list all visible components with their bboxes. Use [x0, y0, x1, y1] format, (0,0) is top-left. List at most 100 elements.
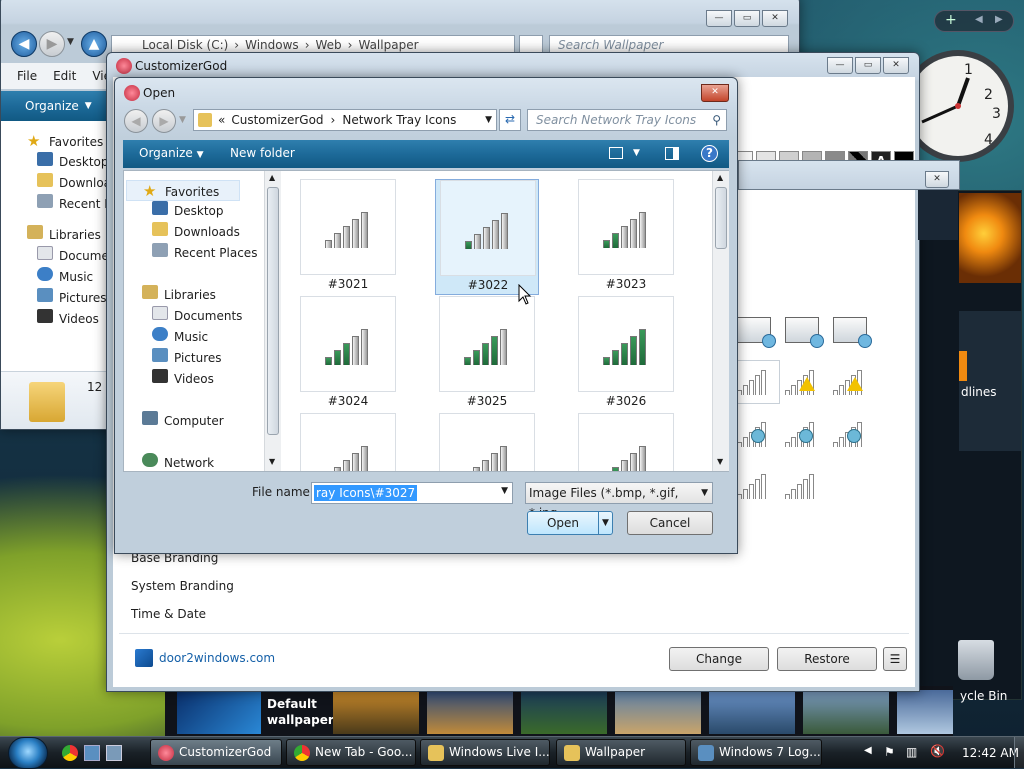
network-adapter-icon[interactable] [737, 317, 776, 348]
address-seg-4[interactable]: Wallpaper [358, 38, 418, 52]
wallpaper-thumb[interactable] [427, 690, 513, 734]
wallpaper-thumb[interactable] [709, 690, 795, 734]
section-system-branding[interactable]: System Branding [131, 579, 234, 593]
dialog-forward-button[interactable]: ▶ [152, 109, 176, 133]
tray-volume-muted-icon[interactable]: 🔇 [930, 744, 945, 758]
signal-info-icon[interactable] [785, 421, 819, 447]
tree-downloads[interactable]: Downloads [152, 222, 240, 243]
prev-gadget-icon[interactable]: ◀ [975, 14, 983, 25]
quicklaunch-switch-icon[interactable] [106, 745, 122, 761]
files-scroll-down-icon[interactable]: ▼ [717, 457, 723, 466]
dialog-search-input[interactable]: Search Network Tray Icons ⚲ [527, 109, 727, 131]
files-scroll-up-icon[interactable]: ▲ [717, 173, 723, 182]
file-item[interactable]: #3022 [435, 179, 539, 295]
tray-action-center-icon[interactable]: ⚑ [884, 745, 895, 759]
file-item[interactable] [578, 413, 682, 471]
address-seg-1[interactable]: Local Disk (C:) [142, 38, 228, 52]
tree-documents[interactable]: Documents [152, 306, 242, 327]
cancel-button[interactable]: Cancel [627, 511, 713, 535]
wallpaper-thumb[interactable] [615, 690, 701, 734]
next-gadget-icon[interactable]: ▶ [995, 14, 1003, 25]
tree-libraries[interactable]: Libraries [142, 285, 216, 306]
wallpaper-thumb[interactable] [897, 690, 953, 734]
minimize-button[interactable]: — [706, 10, 732, 27]
add-gadget-icon[interactable]: + [945, 12, 957, 28]
cg-minimize-button[interactable]: — [827, 57, 853, 74]
signal-info-icon[interactable] [737, 421, 771, 447]
cg-maximize-button[interactable]: ▭ [855, 57, 881, 74]
forward-button[interactable]: ▶ [39, 31, 65, 57]
wallpaper-thumb[interactable] [803, 690, 889, 734]
cg-close-button[interactable]: ✕ [883, 57, 909, 74]
dialog-address-dropdown-icon[interactable]: ▼ [485, 115, 492, 125]
tree-favorites[interactable]: ★ Favorites [126, 180, 240, 201]
maximize-button[interactable]: ▭ [734, 10, 760, 27]
tray-overflow-icon[interactable]: ◀ [864, 745, 872, 756]
dialog-address-seg-1[interactable]: CustomizerGod [231, 113, 323, 127]
change-button[interactable]: Change [669, 647, 769, 671]
explorer-nav-videos[interactable]: Videos [27, 309, 111, 330]
recycle-bin-label[interactable]: ycle Bin [960, 689, 1007, 703]
dialog-back-button[interactable]: ◀ [124, 109, 148, 133]
address-seg-2[interactable]: Windows [245, 38, 299, 52]
file-item[interactable] [300, 413, 404, 471]
files-scrollbar[interactable]: ▲ ▼ [712, 171, 729, 471]
wallpaper-thumb[interactable] [521, 690, 607, 734]
section-time-date[interactable]: Time & Date [131, 607, 206, 621]
explorer-nav-music[interactable]: Music [27, 267, 111, 288]
explorer-favorites[interactable]: ★ Favorites [27, 131, 111, 152]
up-button[interactable]: ▲ [81, 31, 107, 57]
options-menu-button[interactable]: ☰ [883, 647, 907, 671]
restore-button[interactable]: Restore [777, 647, 877, 671]
clock-time[interactable]: 12:42 AM [962, 746, 1019, 760]
taskbar-wallpaper[interactable]: Wallpaper [556, 739, 686, 766]
quicklaunch-chrome-icon[interactable] [62, 745, 78, 761]
tree-music[interactable]: Music [152, 327, 208, 348]
explorer-libraries[interactable]: Libraries [27, 225, 111, 246]
filename-dropdown-icon[interactable]: ▼ [501, 486, 508, 496]
secondary-close-button[interactable]: ✕ [925, 171, 949, 188]
explorer-nav-downloads[interactable]: Downloa [27, 173, 111, 194]
tray-network-icon[interactable]: ▥ [906, 745, 917, 759]
file-item[interactable]: #3023 [578, 179, 682, 291]
menu-file[interactable]: File [17, 69, 37, 83]
tree-recent-places[interactable]: Recent Places [152, 243, 257, 264]
tree-videos[interactable]: Videos [152, 369, 214, 390]
recycle-bin-icon[interactable] [958, 640, 994, 680]
door2windows-link[interactable]: door2windows.com [159, 651, 275, 665]
explorer-nav-desktop[interactable]: Desktop [27, 152, 111, 173]
help-icon[interactable]: ? [701, 145, 718, 162]
dialog-organize-button[interactable]: Organize ▼ [139, 146, 204, 160]
open-button[interactable]: Open ▼ [527, 511, 613, 535]
file-item[interactable]: #3024 [300, 296, 404, 408]
signal-info-icon[interactable] [833, 421, 867, 447]
open-dialog-close-button[interactable]: ✕ [701, 84, 729, 102]
explorer-nav-pictures[interactable]: Pictures [27, 288, 111, 309]
file-item[interactable] [439, 413, 543, 471]
signal-warning-icon[interactable] [785, 369, 819, 395]
dialog-history-dropdown-icon[interactable]: ▼ [179, 115, 186, 125]
close-button[interactable]: ✕ [762, 10, 788, 27]
tree-pictures[interactable]: Pictures [152, 348, 222, 369]
views-icon[interactable] [609, 147, 623, 159]
file-item[interactable]: #3021 [300, 179, 404, 291]
dialog-address-seg-2[interactable]: Network Tray Icons [342, 113, 456, 127]
tree-network[interactable]: Network [142, 453, 214, 471]
explorer-organize-button[interactable]: Organize [25, 99, 79, 113]
explorer-nav-recent[interactable]: Recent P [27, 194, 112, 215]
start-button[interactable] [8, 737, 48, 769]
wallpaper-thumb-default[interactable] [177, 690, 261, 734]
new-folder-button[interactable]: New folder [230, 146, 295, 160]
taskbar-windows7-logon[interactable]: Windows 7 Log... [690, 739, 822, 766]
open-split-dropdown-icon[interactable]: ▼ [598, 512, 612, 534]
tree-scroll-thumb[interactable] [267, 187, 279, 435]
file-item[interactable]: #3025 [439, 296, 543, 408]
back-button[interactable]: ◀ [11, 31, 37, 57]
tree-scroll-down-icon[interactable]: ▼ [269, 457, 275, 466]
address-seg-3[interactable]: Web [316, 38, 342, 52]
quicklaunch-desktop-icon[interactable] [84, 745, 100, 761]
tree-scrollbar[interactable]: ▲ ▼ [264, 171, 281, 471]
show-desktop-button[interactable] [1014, 737, 1024, 768]
explorer-nav-documents[interactable]: Docume [27, 246, 111, 267]
taskbar-customizergod[interactable]: CustomizerGod [150, 739, 282, 766]
